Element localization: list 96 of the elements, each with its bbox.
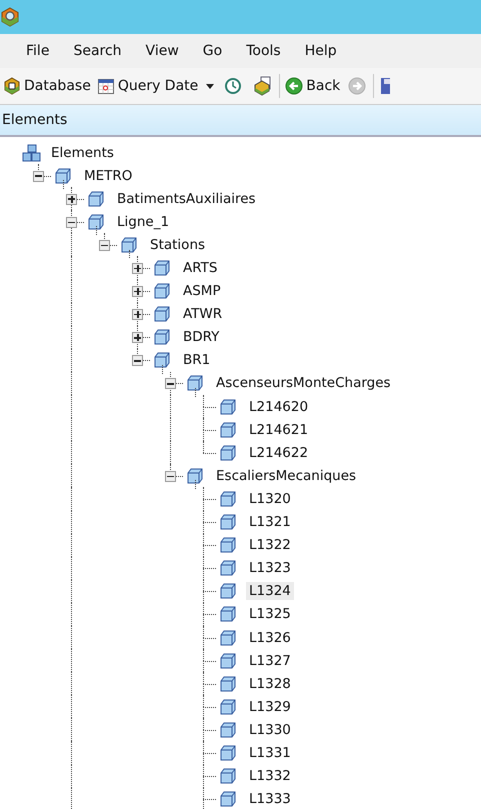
cube-icon bbox=[220, 444, 236, 461]
expander-button[interactable] bbox=[132, 355, 143, 366]
tree-item[interactable]: L1326 bbox=[246, 628, 294, 647]
tree-item[interactable]: BR1 bbox=[180, 351, 214, 370]
cube-icon bbox=[88, 214, 104, 230]
tree-item[interactable]: L1327 bbox=[246, 652, 294, 670]
tree-connector bbox=[203, 695, 216, 718]
tree-connector bbox=[203, 649, 216, 672]
tree-connector bbox=[203, 487, 216, 510]
cube-icon bbox=[154, 329, 170, 346]
tree-item[interactable]: METRO bbox=[81, 166, 136, 185]
tree-item[interactable]: L1332 bbox=[246, 767, 294, 786]
tree-item[interactable]: L214622 bbox=[246, 444, 312, 462]
expander-button[interactable] bbox=[99, 240, 110, 251]
cube-icon bbox=[220, 768, 236, 784]
cube-icon bbox=[220, 490, 236, 507]
cube-icon bbox=[88, 190, 104, 207]
cube-icon bbox=[154, 283, 170, 300]
tree-item[interactable]: L1324 bbox=[246, 582, 294, 600]
app-logo-icon bbox=[0, 7, 20, 27]
tree-connector bbox=[203, 510, 216, 534]
tree-item[interactable]: L1321 bbox=[246, 513, 294, 532]
tree-item[interactable]: EscaliersMecaniques bbox=[213, 466, 360, 485]
cube-icon bbox=[220, 744, 236, 761]
expander-button[interactable] bbox=[33, 170, 44, 182]
tree-connector bbox=[203, 626, 216, 650]
database-icon bbox=[3, 77, 21, 95]
query-date-button[interactable]: Query Date bbox=[94, 72, 202, 100]
expander-button[interactable] bbox=[132, 332, 143, 344]
tree-item[interactable]: ATWR bbox=[180, 305, 226, 324]
cube-icon bbox=[220, 583, 236, 600]
cube-icon bbox=[220, 722, 236, 738]
tree-item[interactable]: L1330 bbox=[246, 720, 294, 739]
cube-icon bbox=[55, 168, 71, 184]
tree-item[interactable]: BatimentsAuxiliaires bbox=[114, 190, 259, 208]
cube-icon bbox=[220, 606, 236, 622]
tree-item[interactable]: Elements bbox=[48, 144, 117, 162]
cube-icon bbox=[220, 537, 236, 554]
tree-item[interactable]: ASMP bbox=[180, 282, 224, 300]
tree-connector bbox=[203, 672, 216, 696]
menu-item[interactable]: Go bbox=[202, 43, 222, 59]
cube-icon bbox=[121, 236, 137, 253]
menu-item[interactable]: Search bbox=[73, 43, 122, 59]
menu-item[interactable]: Help bbox=[304, 43, 337, 59]
cube-icon bbox=[220, 398, 236, 415]
tree-item[interactable]: L1333 bbox=[246, 790, 294, 808]
cube-icon bbox=[220, 698, 236, 715]
tree-item[interactable]: L1322 bbox=[246, 536, 294, 554]
cube-icon bbox=[220, 791, 236, 808]
cube-icon bbox=[220, 560, 236, 576]
expander-button[interactable] bbox=[132, 263, 143, 274]
tree-connector bbox=[203, 602, 216, 626]
tree-item[interactable]: L1328 bbox=[246, 674, 294, 693]
tree-connector bbox=[203, 556, 216, 580]
tree-connector bbox=[203, 580, 216, 603]
cube-icon bbox=[187, 468, 203, 484]
tree-item[interactable]: L214620 bbox=[246, 398, 312, 416]
cube-icon bbox=[220, 630, 236, 646]
tree-item[interactable]: L1325 bbox=[246, 605, 294, 624]
expander-button[interactable] bbox=[66, 216, 77, 228]
tree-item[interactable]: AscenseursMonteCharges bbox=[213, 374, 394, 392]
panel-title: Elements bbox=[1, 112, 68, 128]
tree-item[interactable]: L1323 bbox=[246, 559, 294, 578]
cube-icon bbox=[154, 352, 170, 368]
database-button[interactable]: Database bbox=[0, 72, 94, 100]
tree-item[interactable]: L1329 bbox=[246, 698, 294, 716]
expander-button[interactable] bbox=[132, 286, 143, 298]
tree-connector bbox=[203, 534, 216, 557]
cube-icon bbox=[220, 422, 236, 438]
expander-button[interactable] bbox=[132, 309, 143, 320]
tree-connector bbox=[203, 718, 216, 742]
cube-icon bbox=[154, 306, 170, 322]
cube-icon bbox=[220, 652, 236, 669]
tree-item[interactable]: Stations bbox=[147, 236, 208, 254]
cube-icon bbox=[187, 375, 203, 392]
menu-item[interactable]: View bbox=[146, 43, 179, 59]
expander-button[interactable] bbox=[165, 378, 176, 390]
cube-icon bbox=[220, 676, 236, 692]
tree-item[interactable]: BDRY bbox=[180, 328, 222, 346]
tree-connector bbox=[203, 764, 216, 788]
cube-icon bbox=[220, 514, 236, 530]
tree-item[interactable]: L1331 bbox=[246, 744, 294, 762]
expander-button[interactable] bbox=[66, 194, 77, 205]
cube-icon bbox=[154, 260, 170, 276]
expander-button[interactable] bbox=[165, 470, 176, 482]
tree-item[interactable]: L214621 bbox=[246, 420, 312, 439]
cubes-icon bbox=[22, 144, 42, 162]
tree-item[interactable]: ARTS bbox=[180, 259, 220, 278]
tree-connector bbox=[203, 741, 216, 765]
tree-item[interactable]: Ligne_1 bbox=[114, 212, 172, 231]
tree-connector bbox=[203, 395, 216, 418]
menu-item[interactable]: Tools bbox=[246, 43, 281, 59]
menu-item[interactable]: File bbox=[26, 43, 50, 59]
tree-item[interactable]: L1320 bbox=[246, 490, 294, 508]
calendar-icon bbox=[96, 77, 115, 95]
back-button[interactable]: Back bbox=[282, 72, 344, 100]
